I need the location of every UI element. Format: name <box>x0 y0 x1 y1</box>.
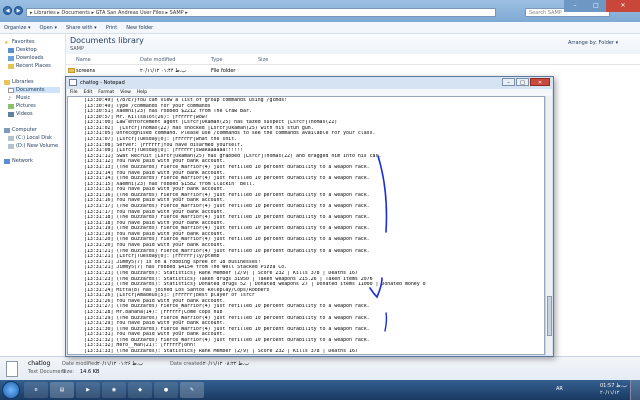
desktop-icon <box>8 47 14 53</box>
network-icon <box>4 158 10 164</box>
notepad-maximize-button[interactable]: □ <box>516 78 529 86</box>
drive-icon <box>8 135 14 141</box>
clock-date[interactable]: ۲۰/۱۱/۱۲ <box>600 390 619 396</box>
file-name: screens <box>76 68 96 74</box>
scrollbar-thumb[interactable] <box>547 296 552 336</box>
notepad-title: chatlog - Notepad <box>80 80 125 86</box>
star-icon: ★ <box>4 39 9 46</box>
minimize-button[interactable]: – <box>564 0 586 12</box>
menu-help[interactable]: Help <box>137 89 147 96</box>
details-created-label: Date created: <box>170 361 205 367</box>
navigation-pane: ★ Favorites Desktop Downloads Recent Plac… <box>0 34 66 356</box>
details-modified: ۲۰/۱۱/۱۲ ۰۱:۲۶ ب.ظ <box>97 361 144 367</box>
show-desktop-button[interactable] <box>630 380 640 400</box>
back-button[interactable]: ◀ <box>3 6 12 15</box>
column-name[interactable]: Name <box>76 57 91 63</box>
notepad-window-controls: – □ ✕ <box>502 78 550 86</box>
nav-music[interactable]: ♪ Music <box>8 95 30 102</box>
details-filetype: Text Document <box>28 369 66 375</box>
new-folder-button[interactable]: New folder <box>126 25 153 31</box>
details-filename: chatlog <box>28 360 51 367</box>
column-headers: Name Date modified Type Size <box>66 54 640 65</box>
details-size: 14.6 KB <box>80 369 100 375</box>
videos-icon <box>8 111 14 117</box>
library-title: Documents library <box>70 36 144 45</box>
drive-icon <box>8 143 14 149</box>
menu-format[interactable]: Format <box>98 89 114 96</box>
notepad-icon <box>69 79 77 86</box>
app-icon[interactable]: ● <box>154 382 178 398</box>
arrange-by-dropdown[interactable]: Arrange by: Folder ▾ <box>568 40 618 46</box>
nav-libraries[interactable]: Libraries <box>4 79 34 85</box>
maximize-button[interactable]: □ <box>586 0 606 12</box>
pictures-icon <box>8 103 14 109</box>
column-date-modified[interactable]: Date modified <box>140 57 175 63</box>
library-header <box>66 34 640 54</box>
menu-view[interactable]: View <box>120 89 131 96</box>
nav-drive-d[interactable]: (D:) New Volume <box>8 143 58 149</box>
details-modified-label: Date modified: <box>62 361 100 367</box>
text-document-icon <box>6 361 18 377</box>
start-button[interactable] <box>2 381 20 399</box>
menu-edit[interactable]: Edit <box>84 89 93 96</box>
notepad-menu-bar: File Edit Format View Help <box>67 89 552 96</box>
file-row-screens[interactable]: screens ۲۰/۱۱/۱۲ ۰۱:۴۴ ب.ظ File folder <box>66 66 640 75</box>
ie-icon[interactable]: e <box>24 382 48 398</box>
file-type: File folder <box>211 68 236 74</box>
nav-desktop[interactable]: Desktop <box>8 47 37 53</box>
notepad-taskbar-icon[interactable]: ✎ <box>180 382 204 398</box>
details-pane: chatlog Text Document Date modified: ۲۰/… <box>0 356 640 380</box>
nav-documents[interactable]: Documents <box>8 87 60 93</box>
nav-pictures[interactable]: Pictures <box>8 103 36 109</box>
language-indicator[interactable]: AR <box>556 386 563 392</box>
notepad-close-button[interactable]: ✕ <box>530 78 550 86</box>
explorer-taskbar-icon[interactable]: ▤ <box>50 382 74 398</box>
music-icon: ♪ <box>8 95 12 102</box>
media-player-icon[interactable]: ▶ <box>76 382 100 398</box>
nav-videos[interactable]: Videos <box>8 111 33 117</box>
computer-icon <box>4 127 10 133</box>
clock-time[interactable]: 01:57 ب.ظ <box>600 383 627 389</box>
column-type[interactable]: Type <box>211 57 222 63</box>
file-date: ۲۰/۱۱/۱۲ ۰۱:۴۴ ب.ظ <box>140 68 187 74</box>
details-size-label: Size: <box>62 369 74 375</box>
chatlog-lines: [13:30:49] {787E7}You can view a list of… <box>84 98 544 354</box>
share-button[interactable]: Share with ▾ <box>66 25 97 31</box>
nav-network[interactable]: Network <box>4 158 33 164</box>
app-icon[interactable]: ◆ <box>128 382 152 398</box>
address-bar[interactable]: ▸ Libraries ▸ Documents ▸ GTA San Andrea… <box>26 8 496 17</box>
chrome-icon[interactable]: ◉ <box>102 382 126 398</box>
details-created: ۲۰/۱۱/۱۲ ۰۸:۲۲ ب.ظ <box>203 361 250 367</box>
notepad-window[interactable]: chatlog - Notepad – □ ✕ File Edit Format… <box>65 76 554 357</box>
library-subtitle: SAMP <box>70 46 85 52</box>
column-size[interactable]: Size <box>258 57 268 63</box>
recent-places-icon <box>8 63 14 69</box>
nav-drive-c[interactable]: (C:) Local Disk <box>8 135 52 141</box>
notepad-text-area[interactable]: [13:30:49] {787E7}You can view a list of… <box>67 96 545 355</box>
nav-favorites[interactable]: ★ Favorites <box>4 39 35 46</box>
print-button[interactable]: Print <box>106 25 118 31</box>
notepad-minimize-button[interactable]: – <box>502 78 515 86</box>
organize-button[interactable]: Organize ▾ <box>4 25 31 31</box>
folder-icon <box>68 68 75 73</box>
notepad-vertical-scrollbar[interactable] <box>545 96 552 355</box>
libraries-icon <box>4 79 10 85</box>
downloads-icon <box>8 55 14 61</box>
close-button[interactable]: ✕ <box>606 0 640 12</box>
nav-computer[interactable]: Computer <box>4 127 37 133</box>
nav-recent-places[interactable]: Recent Places <box>8 63 51 69</box>
open-button[interactable]: Open ▾ <box>40 25 57 31</box>
menu-file[interactable]: File <box>70 89 78 96</box>
explorer-toolbar: Organize ▾ Open ▾ Share with ▾ Print New… <box>0 22 640 34</box>
nav-downloads[interactable]: Downloads <box>8 55 43 61</box>
forward-button[interactable]: ▶ <box>14 6 23 15</box>
documents-icon <box>8 87 14 93</box>
